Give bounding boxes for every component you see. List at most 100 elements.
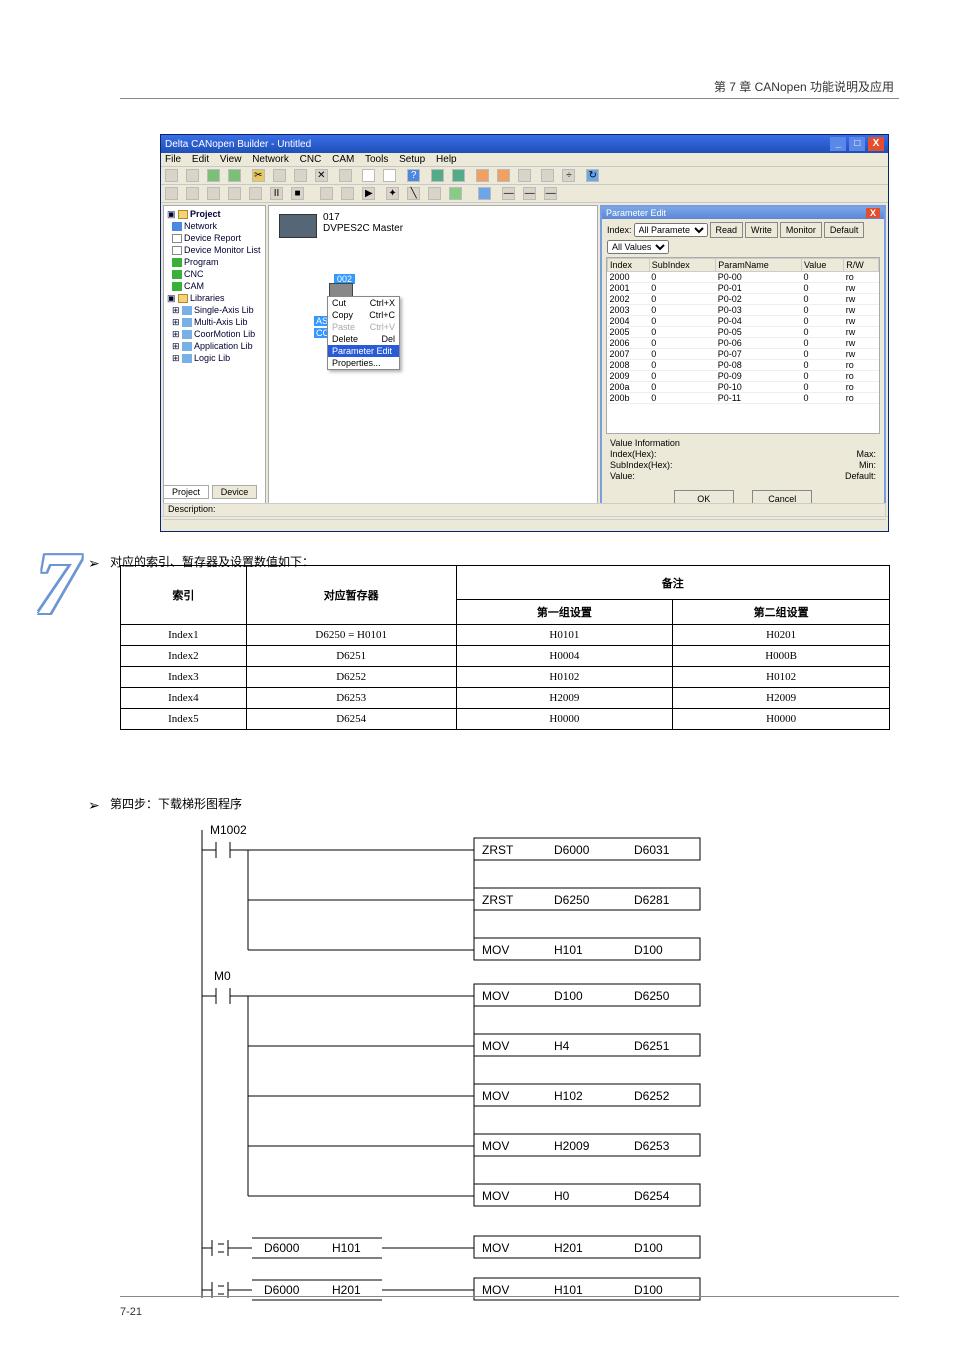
ctx-copy[interactable]: CopyCtrl+C [328,309,399,321]
pe-cell[interactable]: 0 [801,338,843,349]
pe-cell[interactable]: 0 [649,283,715,294]
bottom-tabs[interactable]: Project Device [163,485,257,499]
pe-cell[interactable]: 0 [801,283,843,294]
pe-cell[interactable]: 2006 [608,338,650,349]
menu-tools[interactable]: Tools [365,154,388,165]
tb-down-icon[interactable] [497,169,510,182]
toolbar-2[interactable]: II■ ▶ ✦╲ ——— [161,185,888,203]
tb2-16-icon[interactable]: — [502,187,515,200]
pe-cell[interactable]: P0-05 [716,327,802,338]
pe-cell[interactable]: 200b [608,393,650,404]
tree-cnc[interactable]: CNC [167,268,262,280]
pe-cell[interactable]: 0 [649,371,715,382]
tb-tool1-icon[interactable] [431,169,444,182]
tb2-13-icon[interactable] [428,187,441,200]
tb-grid-icon[interactable] [541,169,554,182]
pe-cell[interactable]: P0-03 [716,305,802,316]
tb-save-icon[interactable] [207,169,220,182]
tb-win2-icon[interactable] [383,169,396,182]
pe-cell[interactable]: 2008 [608,360,650,371]
pe-cell[interactable]: P0-10 [716,382,802,393]
pe-cell[interactable]: rw [844,305,879,316]
tree-cam[interactable]: CAM [167,280,262,292]
tb-win1-icon[interactable] [362,169,375,182]
tb2-15-icon[interactable] [478,187,491,200]
tb-refresh-icon[interactable] [228,169,241,182]
pe-cell[interactable]: ro [844,382,879,393]
pe-cell[interactable]: rw [844,338,879,349]
pe-cell[interactable]: 0 [801,360,843,371]
menubar[interactable]: File Edit View Network CNC CAM Tools Set… [161,153,888,167]
minimize-icon[interactable]: _ [830,137,846,151]
pe-cell[interactable]: 0 [649,382,715,393]
pe-cell[interactable]: 0 [649,327,715,338]
pe-grid[interactable]: Index SubIndex ParamName Value R/W 20000… [606,257,880,434]
tb2-10-icon[interactable]: ▶ [362,187,375,200]
pe-cell[interactable]: 0 [801,305,843,316]
tb2-12-icon[interactable]: ╲ [407,187,420,200]
ctx-properties[interactable]: Properties... [328,357,399,369]
pe-index-select[interactable]: All Paramete [634,223,708,237]
tree-coord[interactable]: ⊞ CoorMotion Lib [167,328,262,340]
pe-write-button[interactable]: Write [745,222,778,238]
tree-network[interactable]: Network [167,220,262,232]
tb-open-icon[interactable] [186,169,199,182]
pe-cell[interactable]: 0 [801,327,843,338]
pe-cell[interactable]: 0 [801,294,843,305]
tree-libs[interactable]: ▣ Libraries [167,292,262,304]
tb2-5-icon[interactable] [249,187,262,200]
pe-read-button[interactable]: Read [710,222,744,238]
tb-up-icon[interactable] [476,169,489,182]
menu-file[interactable]: File [165,154,181,165]
pe-cell[interactable]: P0-04 [716,316,802,327]
pe-cell[interactable]: 2007 [608,349,650,360]
pe-cell[interactable]: 0 [801,371,843,382]
pe-cell[interactable]: 2000 [608,272,650,283]
tb-copy-icon[interactable] [273,169,286,182]
ctx-cut[interactable]: CutCtrl+X [328,297,399,309]
tree-app[interactable]: ⊞ Application Lib [167,340,262,352]
hscroll-bar[interactable] [163,519,886,531]
tb2-2-icon[interactable] [186,187,199,200]
tb2-17-icon[interactable]: — [523,187,536,200]
tree-devrep[interactable]: Device Report [167,232,262,244]
pe-monitor-button[interactable]: Monitor [780,222,822,238]
menu-edit[interactable]: Edit [192,154,209,165]
pe-cell[interactable]: 200a [608,382,650,393]
tb-new-icon[interactable] [165,169,178,182]
pe-cell[interactable]: 0 [801,272,843,283]
pe-cell[interactable]: P0-11 [716,393,802,404]
tb2-8-icon[interactable] [320,187,333,200]
pe-cell[interactable]: P0-08 [716,360,802,371]
pe-cell[interactable]: 2009 [608,371,650,382]
master-node-icon[interactable] [279,214,317,238]
menu-view[interactable]: View [220,154,242,165]
pe-cell[interactable]: 0 [801,393,843,404]
pe-cell[interactable]: 0 [649,360,715,371]
pe-cell[interactable]: ro [844,371,879,382]
tb2-14-icon[interactable] [449,187,462,200]
tb-paste-icon[interactable] [294,169,307,182]
pe-cell[interactable]: 0 [801,316,843,327]
pe-cell[interactable]: P0-07 [716,349,802,360]
pe-cell[interactable]: rw [844,349,879,360]
pe-cell[interactable]: rw [844,283,879,294]
pe-cell[interactable]: 0 [649,305,715,316]
pe-cell[interactable]: 0 [649,349,715,360]
pe-cell[interactable]: 2005 [608,327,650,338]
menu-network[interactable]: Network [252,154,289,165]
tb2-18-icon[interactable]: — [544,187,557,200]
tree-single[interactable]: ⊞ Single-Axis Lib [167,304,262,316]
pe-col-index[interactable]: Index [608,259,650,272]
pe-col-sub[interactable]: SubIndex [649,259,715,272]
tree-logic[interactable]: ⊞ Logic Lib [167,352,262,364]
tree-program[interactable]: Program [167,256,262,268]
tb2-4-icon[interactable] [228,187,241,200]
pe-cell[interactable]: P0-02 [716,294,802,305]
tb2-6-icon[interactable]: II [270,187,283,200]
pe-cell[interactable]: rw [844,294,879,305]
pe-cell[interactable]: P0-01 [716,283,802,294]
tab-device[interactable]: Device [212,485,258,499]
tb-help-icon[interactable]: ? [407,169,420,182]
tb2-1-icon[interactable] [165,187,178,200]
